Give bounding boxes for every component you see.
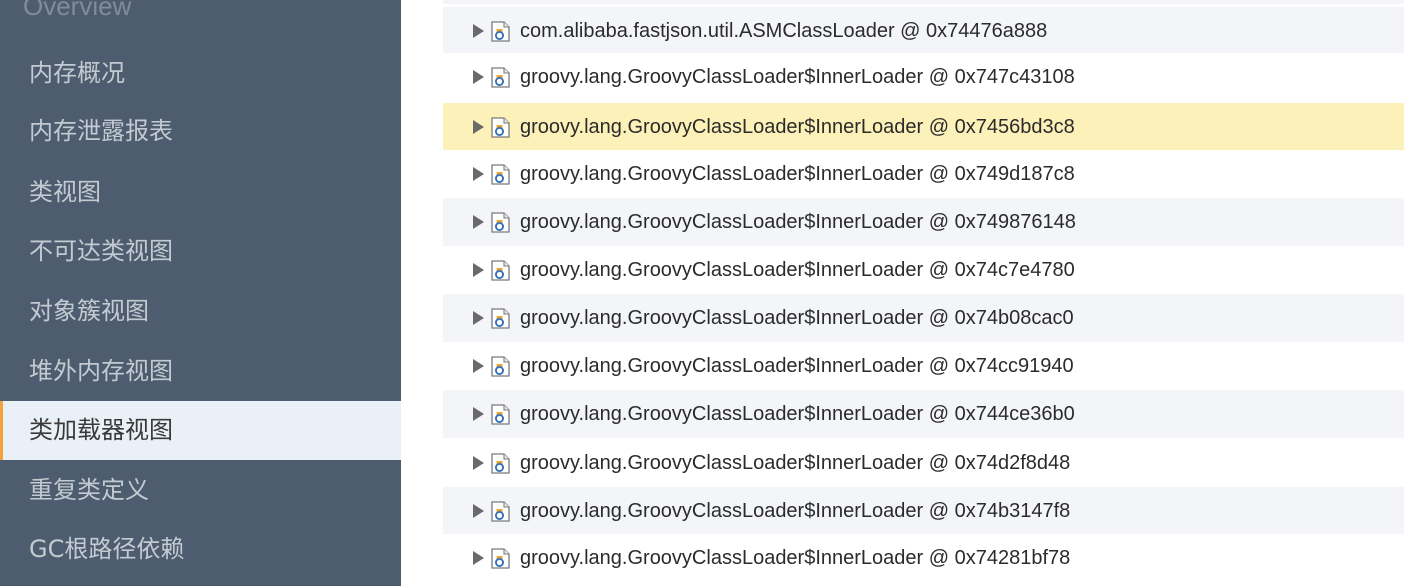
classloader-tree: com.alibaba.fastjson.util.ASMClassLoader… bbox=[443, 0, 1404, 586]
classloader-label: groovy.lang.GroovyClassLoader$InnerLoade… bbox=[520, 210, 1076, 233]
tree-row[interactable]: groovy.lang.GroovyClassLoader$InnerLoade… bbox=[443, 150, 1404, 198]
classloader-label: groovy.lang.GroovyClassLoader$InnerLoade… bbox=[520, 258, 1075, 281]
tree-row[interactable]: groovy.lang.GroovyClassLoader$InnerLoade… bbox=[443, 294, 1404, 342]
object-file-icon bbox=[491, 547, 510, 569]
sidebar-item-object-cluster-view[interactable]: 对象簇视图 bbox=[0, 282, 401, 341]
object-file-icon bbox=[491, 403, 510, 425]
classloader-label: groovy.lang.GroovyClassLoader$InnerLoade… bbox=[520, 354, 1074, 377]
object-file-icon bbox=[491, 452, 510, 474]
tree-row[interactable]: groovy.lang.GroovyClassLoader$InnerLoade… bbox=[443, 534, 1404, 582]
triangle-right-icon[interactable] bbox=[473, 551, 484, 565]
object-file-icon bbox=[491, 355, 510, 377]
classloader-label: groovy.lang.GroovyClassLoader$InnerLoade… bbox=[520, 306, 1074, 329]
app-window: Overview 内存概况 内存泄露报表 类视图 不可达类视图 对象簇视图 堆外… bbox=[0, 0, 1404, 586]
classloader-label: groovy.lang.GroovyClassLoader$InnerLoade… bbox=[520, 115, 1075, 138]
object-file-icon bbox=[491, 259, 510, 281]
triangle-right-icon[interactable] bbox=[473, 407, 484, 421]
classloader-label: com.alibaba.fastjson.util.ASMClassLoader… bbox=[520, 19, 1048, 42]
classloader-label: groovy.lang.GroovyClassLoader$InnerLoade… bbox=[520, 162, 1075, 185]
object-file-icon bbox=[491, 211, 510, 233]
sidebar-item-memory-overview[interactable]: 内存概况 bbox=[0, 44, 401, 103]
sidebar-item-gc-root-path[interactable]: GC根路径依赖 bbox=[0, 520, 401, 579]
triangle-right-icon[interactable] bbox=[473, 311, 484, 325]
sidebar-item-classloader-view[interactable]: 类加载器视图 bbox=[3, 401, 401, 460]
tree-row[interactable]: groovy.lang.GroovyClassLoader$InnerLoade… bbox=[443, 390, 1404, 438]
triangle-right-icon[interactable] bbox=[473, 167, 484, 181]
tree-row[interactable]: groovy.lang.GroovyClassLoader$InnerLoade… bbox=[443, 103, 1404, 151]
classloader-label: groovy.lang.GroovyClassLoader$InnerLoade… bbox=[520, 499, 1071, 522]
tree-row[interactable]: groovy.lang.GroovyClassLoader$InnerLoade… bbox=[443, 487, 1404, 535]
classloader-label: groovy.lang.GroovyClassLoader$InnerLoade… bbox=[520, 451, 1071, 474]
triangle-right-icon[interactable] bbox=[473, 359, 484, 373]
tree-row[interactable]: groovy.lang.GroovyClassLoader$InnerLoade… bbox=[443, 53, 1404, 101]
classloader-label: groovy.lang.GroovyClassLoader$InnerLoade… bbox=[520, 65, 1075, 88]
triangle-right-icon[interactable] bbox=[473, 215, 484, 229]
tree-row[interactable]: com.alibaba.fastjson.util.ASMClassLoader… bbox=[443, 7, 1404, 55]
tree-row[interactable]: groovy.lang.GroovyClassLoader$InnerLoade… bbox=[443, 246, 1404, 294]
gutter bbox=[401, 0, 443, 586]
sidebar-item-off-heap-view[interactable]: 堆外内存视图 bbox=[0, 342, 401, 401]
object-file-icon bbox=[491, 500, 510, 522]
sidebar: Overview 内存概况 内存泄露报表 类视图 不可达类视图 对象簇视图 堆外… bbox=[0, 0, 401, 586]
triangle-right-icon[interactable] bbox=[473, 263, 484, 277]
sidebar-header: Overview bbox=[23, 0, 132, 21]
classloader-label: groovy.lang.GroovyClassLoader$InnerLoade… bbox=[520, 402, 1075, 425]
triangle-right-icon[interactable] bbox=[473, 504, 484, 518]
tree-row[interactable]: groovy.lang.GroovyClassLoader$InnerLoade… bbox=[443, 198, 1404, 246]
triangle-right-icon[interactable] bbox=[473, 24, 484, 38]
triangle-right-icon[interactable] bbox=[473, 456, 484, 470]
object-file-icon bbox=[491, 307, 510, 329]
object-file-icon bbox=[491, 163, 510, 185]
tree-row[interactable]: groovy.lang.GroovyClassLoader$InnerLoade… bbox=[443, 342, 1404, 390]
sidebar-item-unreachable-class-view[interactable]: 不可达类视图 bbox=[0, 222, 401, 281]
sidebar-item-class-view[interactable]: 类视图 bbox=[0, 163, 401, 222]
sidebar-item-leak-report[interactable]: 内存泄露报表 bbox=[0, 102, 401, 161]
tree-row[interactable]: groovy.lang.GroovyClassLoader$InnerLoade… bbox=[443, 439, 1404, 487]
triangle-right-icon[interactable] bbox=[473, 70, 484, 84]
object-file-icon bbox=[491, 66, 510, 88]
sidebar-item-duplicate-classes[interactable]: 重复类定义 bbox=[0, 461, 401, 520]
classloader-label: groovy.lang.GroovyClassLoader$InnerLoade… bbox=[520, 546, 1071, 569]
object-file-icon bbox=[491, 116, 510, 138]
object-file-icon bbox=[491, 20, 510, 42]
triangle-right-icon[interactable] bbox=[473, 120, 484, 134]
